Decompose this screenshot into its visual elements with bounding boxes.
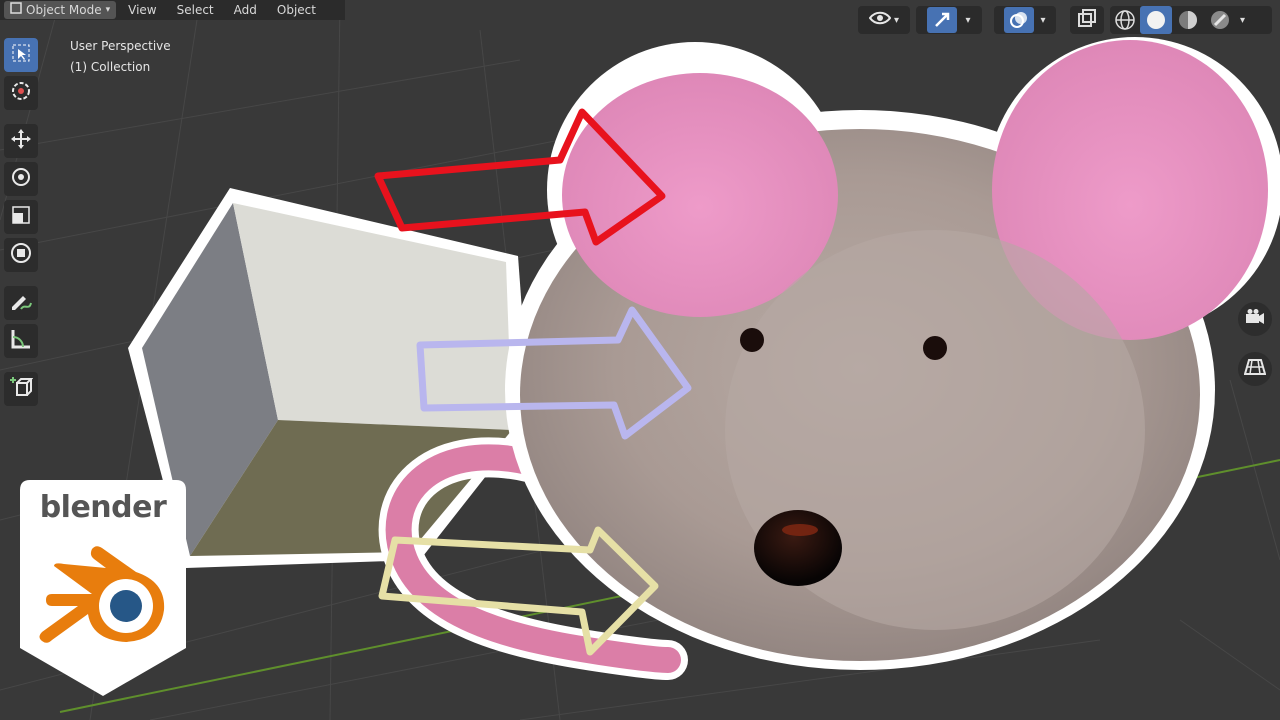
wireframe-shading-icon[interactable] xyxy=(1110,9,1140,31)
measure-icon xyxy=(9,327,33,355)
viewport-info: User Perspective (1) Collection xyxy=(70,36,171,78)
select-box-icon xyxy=(10,42,32,68)
menu-add[interactable]: Add xyxy=(226,0,265,20)
scale-tool[interactable] xyxy=(4,200,38,234)
add-cube-tool[interactable] xyxy=(4,372,38,406)
add-cube-icon xyxy=(9,375,34,403)
overlays-icon xyxy=(1004,7,1035,33)
grid-view-icon xyxy=(1243,358,1267,380)
viewport-header: Object Mode ▾ View Select Add Object xyxy=(0,0,345,20)
rotate-icon xyxy=(9,165,33,193)
transform-tool[interactable] xyxy=(4,238,38,272)
cursor-tool[interactable] xyxy=(4,76,38,110)
overlays-dropdown[interactable]: ▾ xyxy=(994,6,1056,34)
mouse-nose xyxy=(754,510,842,586)
xray-icon xyxy=(1077,8,1097,32)
chevron-down-icon: ▾ xyxy=(965,14,971,26)
gizmo-icon xyxy=(927,7,958,33)
chevron-down-icon: ▾ xyxy=(1040,14,1046,26)
3d-viewport[interactable] xyxy=(0,0,1280,720)
annotate-tool[interactable] xyxy=(4,286,38,320)
shading-modes: ▾ xyxy=(1110,6,1272,34)
perspective-label: User Perspective xyxy=(70,39,171,53)
xray-toggle[interactable] xyxy=(1070,6,1104,34)
cube xyxy=(128,188,530,568)
object-mode-label: Object Mode xyxy=(26,3,102,17)
menu-object[interactable]: Object xyxy=(269,0,324,20)
move-tool[interactable] xyxy=(4,124,38,158)
camera-view-button[interactable] xyxy=(1238,302,1272,336)
mouse-left-eye xyxy=(740,328,764,352)
blender-wordmark: blender xyxy=(39,490,167,525)
gizmo-dropdown[interactable]: ▾ xyxy=(916,6,982,34)
material-shading-icon[interactable] xyxy=(1172,9,1204,31)
select-box-tool[interactable] xyxy=(4,38,38,72)
rendered-shading-icon[interactable] xyxy=(1204,9,1236,31)
collection-label: (1) Collection xyxy=(70,60,151,74)
chevron-down-icon: ▾ xyxy=(893,14,900,26)
camera-icon xyxy=(1244,308,1266,330)
menu-view[interactable]: View xyxy=(120,0,164,20)
annotate-icon xyxy=(9,289,33,317)
viewport-scene xyxy=(0,0,1280,720)
solid-shading-icon[interactable] xyxy=(1140,6,1172,34)
chevron-down-icon: ▾ xyxy=(105,5,111,15)
blender-logo-badge: blender xyxy=(20,480,186,696)
ortho-toggle-button[interactable] xyxy=(1238,352,1272,386)
mouse-right-eye xyxy=(923,336,947,360)
object-mode-icon xyxy=(10,1,22,19)
scale-icon xyxy=(10,204,32,230)
blender-logo-icon xyxy=(39,546,165,643)
move-icon xyxy=(9,127,33,155)
transform-icon xyxy=(9,241,33,269)
rotate-tool[interactable] xyxy=(4,162,38,196)
chevron-down-icon[interactable]: ▾ xyxy=(1240,15,1245,26)
measure-tool[interactable] xyxy=(4,324,38,358)
tool-shelf xyxy=(4,34,44,410)
object-mode-dropdown[interactable]: Object Mode ▾ xyxy=(4,1,117,19)
cursor-icon xyxy=(9,79,33,107)
eye-icon xyxy=(868,10,892,30)
visibility-dropdown[interactable]: ▾ xyxy=(858,6,910,34)
menu-select[interactable]: Select xyxy=(169,0,222,20)
